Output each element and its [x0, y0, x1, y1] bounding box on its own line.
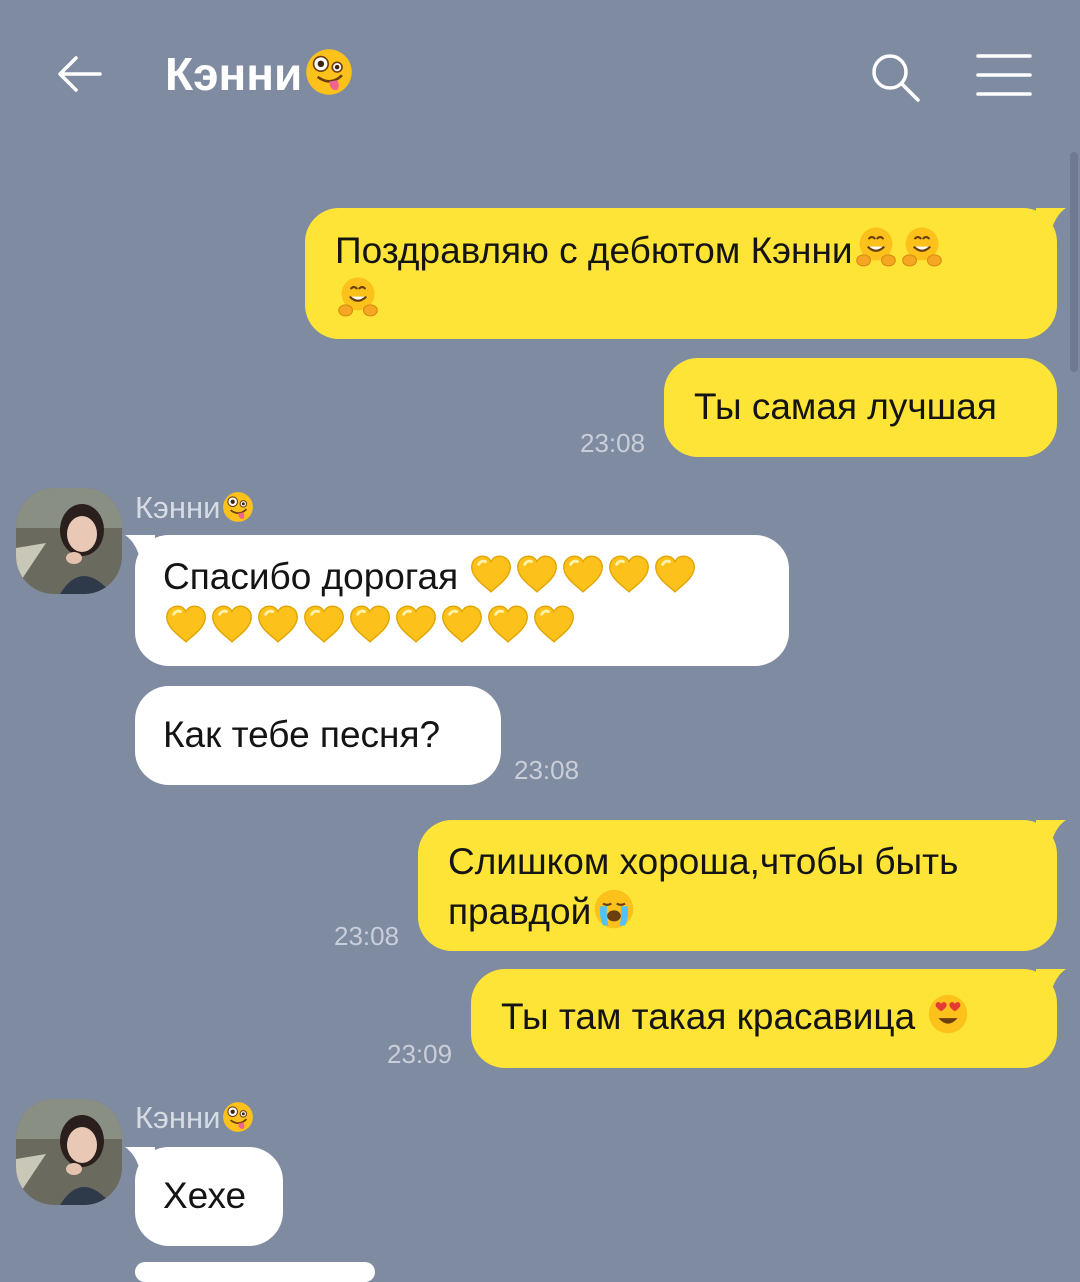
message-timestamp: 23:09: [387, 1039, 453, 1069]
scrollbar[interactable]: [1070, 152, 1078, 372]
incoming-message[interactable]: Хехе: [135, 1147, 283, 1246]
hugging-face-icon: [854, 226, 898, 270]
outgoing-message[interactable]: Ты там такая красавица: [471, 969, 1057, 1068]
message-text: правдой: [448, 891, 592, 932]
message-timestamp: 23:08: [334, 921, 400, 951]
yellow-heart-icon: [302, 602, 346, 646]
outgoing-message[interactable]: Поздравляю с дебютом Кэнни: [305, 208, 1057, 339]
message-text: Ты самая лучшая: [694, 386, 997, 427]
search-icon: [872, 54, 920, 102]
yellow-heart-icon: [653, 552, 697, 596]
sender-name: Кэнни: [135, 1100, 256, 1136]
sender-name-text: Кэнни: [135, 1100, 221, 1135]
message-text: Хехе: [163, 1175, 247, 1216]
avatar[interactable]: [16, 1099, 122, 1205]
sender-name: Кэнни: [135, 490, 256, 526]
yellow-heart-icon: [607, 552, 651, 596]
outgoing-message[interactable]: Слишком хороша,чтобы быть правдой: [418, 820, 1057, 951]
heart-eyes-face-icon: [926, 992, 970, 1036]
message-timestamp: 23:08: [514, 755, 580, 785]
bubble-tail: [1036, 208, 1066, 236]
chat-header: Кэнни: [0, 0, 1080, 150]
zany-face-icon: [221, 490, 255, 524]
message-text: Слишком хороша,чтобы быть: [448, 841, 959, 882]
yellow-heart-icon: [561, 552, 605, 596]
yellow-heart-icon: [256, 602, 300, 646]
hugging-face-icon: [900, 226, 944, 270]
sender-name-text: Кэнни: [135, 490, 221, 525]
chat-title-text: Кэнни: [165, 48, 303, 100]
avatar-image: [16, 1099, 122, 1205]
zany-face-icon: [221, 1100, 255, 1134]
yellow-heart-icon: [515, 552, 559, 596]
yellow-heart-icon: [532, 602, 576, 646]
bubble-tail: [1036, 969, 1066, 997]
hamburger-menu-icon: [976, 54, 1032, 96]
back-button[interactable]: [50, 44, 110, 104]
message-text: Ты там такая красавица: [501, 996, 916, 1037]
message-text: Спасибо дорогая: [163, 556, 459, 597]
yellow-heart-icon: [164, 602, 208, 646]
arrow-left-icon: [58, 56, 102, 92]
incoming-message[interactable]: Как тебе песня?: [135, 686, 501, 785]
yellow-heart-icon: [469, 552, 513, 596]
message-timestamp: 23:08: [580, 428, 646, 458]
avatar-image: [16, 488, 122, 594]
incoming-message[interactable]: Спасибо дорогая: [135, 535, 789, 666]
outgoing-message[interactable]: Ты самая лучшая: [664, 358, 1057, 457]
hugging-face-icon: [336, 276, 380, 320]
yellow-heart-icon: [440, 602, 484, 646]
incoming-message-partial[interactable]: [135, 1262, 375, 1282]
menu-button[interactable]: [974, 50, 1034, 100]
chat-title: Кэнни: [165, 46, 356, 102]
bubble-tail: [1036, 820, 1066, 848]
avatar[interactable]: [16, 488, 122, 594]
message-text: Поздравляю с дебютом Кэнни: [335, 230, 853, 271]
yellow-heart-icon: [394, 602, 438, 646]
message-text: Как тебе песня?: [163, 714, 441, 755]
loudly-crying-face-icon: [592, 887, 636, 931]
zany-face-icon: [303, 46, 355, 98]
search-button[interactable]: [866, 48, 926, 108]
yellow-heart-icon: [486, 602, 530, 646]
yellow-heart-icon: [348, 602, 392, 646]
yellow-heart-icon: [210, 602, 254, 646]
